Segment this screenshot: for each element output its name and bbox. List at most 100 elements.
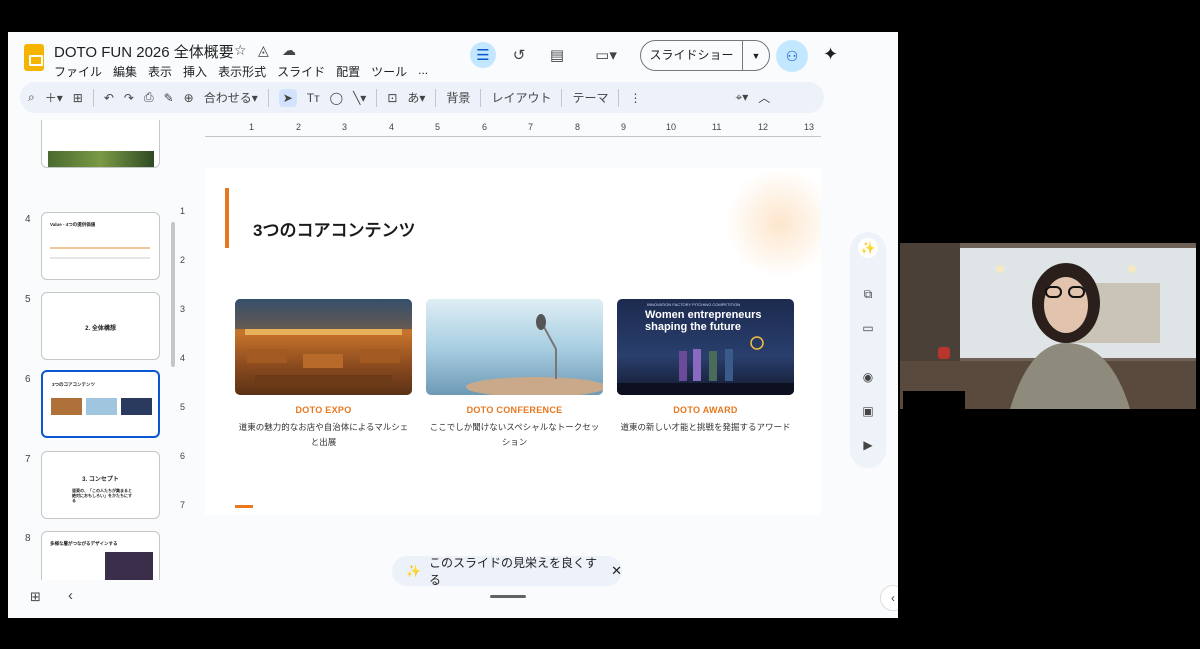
- new-slide-icon[interactable]: ＋▾: [45, 89, 63, 106]
- record-icon[interactable]: ◉: [858, 367, 878, 387]
- select-cursor-icon[interactable]: ➤: [278, 88, 297, 107]
- menu-item[interactable]: 編集: [113, 63, 137, 80]
- star-icon[interactable]: ☆: [234, 42, 247, 59]
- award-stage-image[interactable]: INNOVATION FACTORY PITCHING COMPETITION …: [617, 299, 794, 395]
- present-icon[interactable]: ▶: [858, 435, 878, 455]
- horizontal-ruler: 1 2 3 4 5 6 7 8 9 10 11 12 13: [205, 121, 821, 137]
- ruler-tick-label: 3: [180, 304, 186, 314]
- menu-item[interactable]: 配置: [336, 63, 360, 80]
- slideshow-dropdown-icon[interactable]: ▼: [743, 51, 769, 61]
- beautify-suggestion-chip[interactable]: ✨ このスライドの見栄えを良くする ✕: [392, 556, 622, 587]
- text-box-icon[interactable]: Tт: [307, 91, 320, 105]
- theme-button[interactable]: テーマ: [572, 89, 608, 106]
- zoom-label: 合わせる: [203, 91, 252, 105]
- slides-app-window: DOTO FUN 2026 全体概要 ☆ ◬ ☁ ファイル 編集 表示 挿入 表…: [8, 32, 898, 618]
- ruler-tick-label: 7: [528, 122, 534, 132]
- ruler-tick-label: 7: [180, 500, 186, 510]
- thumbnail-image: [86, 398, 117, 415]
- undo-icon[interactable]: ↶: [104, 91, 114, 105]
- card-description[interactable]: ここでしか聞けないスペシャルなトークセッション: [426, 420, 603, 450]
- divider: [267, 88, 269, 107]
- slide-thumbnail-selected[interactable]: 3つのコアコンテンツ: [41, 370, 160, 438]
- folder-icon[interactable]: ▭: [858, 318, 878, 338]
- slideshow-button[interactable]: スライドショー ▼: [640, 40, 770, 71]
- menu-item[interactable]: 表示形式: [218, 63, 266, 80]
- gemini-sparkle-icon[interactable]: ✦: [823, 44, 838, 65]
- slide-canvas[interactable]: 3つのコアコンテンツ DOTO EXPO 道東の魅力的なお店や自治体によるマルシ…: [205, 168, 821, 515]
- close-icon[interactable]: ✕: [611, 563, 622, 579]
- comment-icon[interactable]: ▤: [544, 42, 570, 68]
- menu-item-more[interactable]: ...: [418, 63, 428, 80]
- thumbnail-image: [51, 398, 82, 415]
- document-title[interactable]: DOTO FUN 2026 全体概要: [54, 41, 234, 62]
- presenter-icon[interactable]: ☰: [470, 42, 496, 68]
- menu-item[interactable]: ファイル: [54, 63, 102, 80]
- speaker-notes-handle[interactable]: [490, 595, 526, 598]
- vertical-ruler: 1 2 3 4 5 6 7: [178, 162, 192, 542]
- menu-item[interactable]: 表示: [148, 63, 172, 80]
- history-icon[interactable]: ↺: [506, 42, 532, 68]
- expand-side-panel-icon[interactable]: ‹: [880, 585, 898, 611]
- ruler-tick-label: 13: [804, 122, 815, 132]
- thumbnail-title: Value - 4つの提供価値: [50, 222, 96, 227]
- slide-number: 5: [25, 294, 31, 305]
- ruler-tick-label: 2: [296, 122, 302, 132]
- card-title[interactable]: DOTO CONFERENCE: [426, 405, 603, 415]
- beautify-wand-icon[interactable]: ✨: [858, 238, 878, 258]
- menu-bar: ファイル 編集 表示 挿入 表示形式 スライド 配置 ツール ...: [54, 63, 439, 80]
- menu-item[interactable]: ツール: [371, 63, 407, 80]
- slide-thumbnail[interactable]: 多様な層がつながるデザインする: [41, 531, 160, 580]
- thumbnail-image: [48, 151, 154, 167]
- slide-thumbnail[interactable]: 2. 全体構想: [41, 292, 160, 360]
- comment-add-icon[interactable]: ⊡: [387, 91, 397, 105]
- divider: [480, 88, 482, 107]
- line-icon[interactable]: ╲▾: [353, 91, 366, 105]
- card-title[interactable]: DOTO AWARD: [617, 405, 794, 415]
- background-button[interactable]: 背景: [446, 89, 470, 106]
- slide-thumbnail[interactable]: Value - 4つの提供価値: [41, 212, 160, 280]
- sparkle-icon: ✨: [406, 564, 421, 578]
- divider: [561, 88, 563, 107]
- insert-box-icon[interactable]: ⊞: [73, 91, 83, 105]
- font-select[interactable]: あ▾: [407, 89, 425, 106]
- card-title[interactable]: DOTO EXPO: [235, 405, 412, 415]
- slide-thumbnail[interactable]: 3. コンセプト 道東の、「この人たちが集まると絶対におもしろい」をかたちにする: [41, 451, 160, 519]
- ruler-tick-label: 4: [389, 122, 395, 132]
- zoom-select[interactable]: 合わせる▾: [204, 89, 258, 106]
- zoom-icon[interactable]: ⊕: [184, 91, 194, 105]
- ruler-tick-label: 6: [180, 451, 186, 461]
- collapse-toolbar-icon[interactable]: ︿: [758, 89, 770, 106]
- pen-tool-icon[interactable]: ⌖▾: [735, 90, 748, 105]
- menu-item[interactable]: スライド: [277, 63, 325, 80]
- menu-item[interactable]: 挿入: [183, 63, 207, 80]
- ruler-tick-label: 2: [180, 255, 186, 265]
- thumbnail-image: [121, 398, 152, 415]
- expo-market-image[interactable]: [235, 299, 412, 395]
- redo-icon[interactable]: ↷: [124, 91, 134, 105]
- print-icon[interactable]: ⎙: [144, 90, 154, 105]
- collapse-filmstrip-icon[interactable]: ‹: [68, 587, 73, 604]
- meet-icon[interactable]: ▭▾: [588, 42, 624, 68]
- slide-heading[interactable]: 3つのコアコンテンツ: [253, 216, 415, 241]
- card-description[interactable]: 道東の新しい才能と挑戦を発掘するアワード: [617, 420, 794, 435]
- share-button[interactable]: ⚇: [776, 40, 808, 72]
- ruler-tick-label: 12: [758, 122, 769, 132]
- shape-icon[interactable]: ◯: [330, 91, 343, 105]
- card-description[interactable]: 道東の魅力的なお店や自治体によるマルシェと出展: [235, 420, 412, 450]
- more-options-icon[interactable]: ⋮: [629, 91, 641, 105]
- cloud-status-icon[interactable]: ☁: [282, 42, 296, 59]
- move-to-folder-icon[interactable]: ◬: [258, 42, 269, 59]
- grid-view-icon[interactable]: ⊞: [30, 589, 41, 605]
- camera-icon[interactable]: ▣: [858, 401, 878, 421]
- layout-button[interactable]: レイアウト: [491, 89, 551, 106]
- keep-notes-icon[interactable]: ⧉: [858, 284, 878, 304]
- slide-thumbnail[interactable]: [41, 120, 160, 168]
- ruler-tick-label: 5: [435, 122, 441, 132]
- slides-logo-icon[interactable]: [24, 44, 44, 71]
- slideshow-label[interactable]: スライドショー: [641, 41, 743, 70]
- search-icon[interactable]: ⌕: [28, 90, 35, 105]
- filmstrip-scrollbar[interactable]: [171, 222, 175, 367]
- paint-format-icon[interactable]: ✎: [164, 91, 174, 105]
- thumbnail-subtitle: 道東の、「この人たちが集まると絶対におもしろい」をかたちにする: [72, 488, 133, 503]
- conference-microphone-image[interactable]: [426, 299, 603, 395]
